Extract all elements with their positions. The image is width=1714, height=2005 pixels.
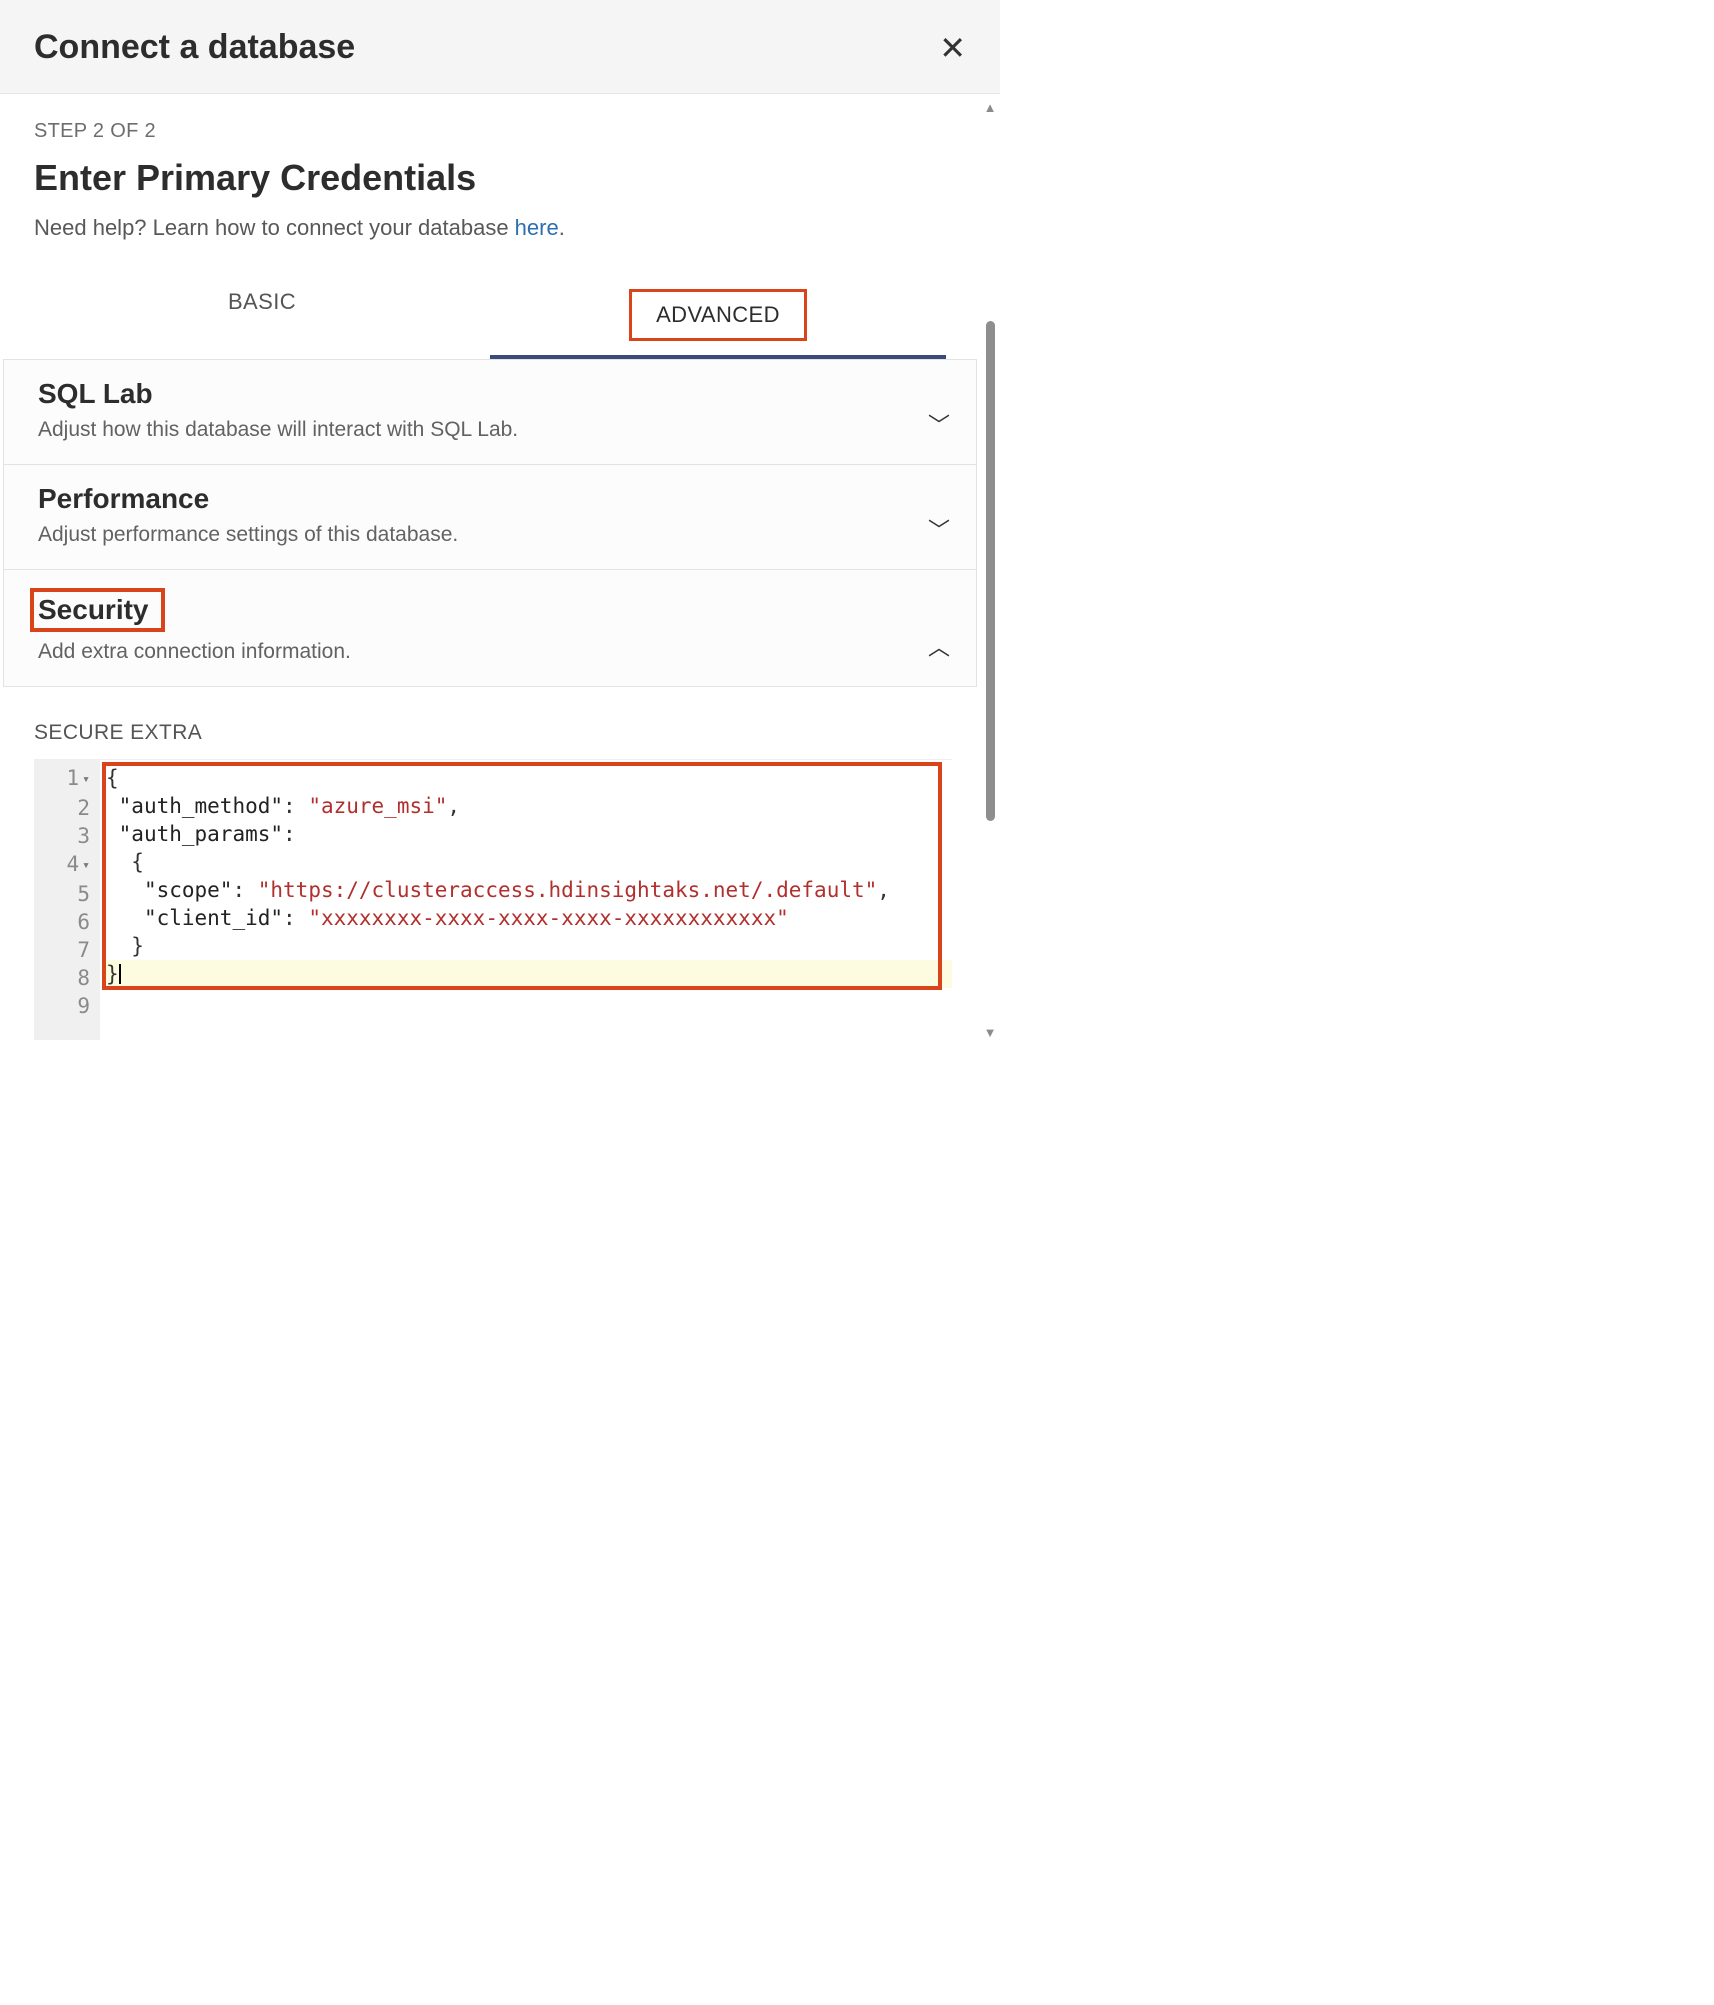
line-number: 6 xyxy=(40,908,94,936)
line-number: 4 xyxy=(40,850,94,880)
step-indicator: STEP 2 OF 2 xyxy=(34,120,946,143)
chevron-down-icon: ﹀ xyxy=(928,408,950,440)
line-number: 3 xyxy=(40,822,94,850)
section-desc: Add extra connection information. xyxy=(38,640,351,664)
scrollbar[interactable]: ▲ ▼ xyxy=(982,100,998,1040)
tab-label: ADVANCED xyxy=(656,302,780,327)
help-text: Need help? Learn how to connect your dat… xyxy=(34,215,946,241)
line-number: 1 xyxy=(40,764,94,794)
brace: } xyxy=(106,962,119,986)
section-desc: Adjust performance settings of this data… xyxy=(38,523,458,547)
json-key: "auth_params" xyxy=(119,822,283,846)
accordion: SQL Lab Adjust how this database will in… xyxy=(3,359,977,687)
section-title: SQL Lab xyxy=(38,378,153,410)
modal-title: Connect a database xyxy=(34,28,355,67)
line-number: 5 xyxy=(40,880,94,908)
modal-connect-database: Connect a database ✕ ▲ ▼ STEP 2 OF 2 Ent… xyxy=(0,0,1000,1040)
code-area[interactable]: { "auth_method": "azure_msi", "auth_para… xyxy=(100,760,952,1040)
brace: { xyxy=(106,766,119,790)
scroll-up-icon[interactable]: ▲ xyxy=(984,100,997,115)
close-icon[interactable]: ✕ xyxy=(939,32,966,64)
json-string: "https://clusteraccess.hdinsightaks.net/… xyxy=(258,878,878,902)
json-string: "azure_msi" xyxy=(308,794,447,818)
secure-extra-panel: SECURE EXTRA 1 2 3 4 5 6 7 8 9 { "auth_m… xyxy=(0,687,980,1040)
tab-label: BASIC xyxy=(228,289,296,314)
modal-body: ▲ ▼ STEP 2 OF 2 Enter Primary Credential… xyxy=(0,94,1000,1040)
json-key: "client_id" xyxy=(144,906,283,930)
section-title: Performance xyxy=(38,483,209,515)
tabs: BASIC ADVANCED xyxy=(34,273,946,359)
scroll-thumb[interactable] xyxy=(986,321,995,821)
line-number: 2 xyxy=(40,794,94,822)
section-desc: Adjust how this database will interact w… xyxy=(38,418,518,442)
scroll-down-icon[interactable]: ▼ xyxy=(984,1025,997,1040)
modal-titlebar: Connect a database ✕ xyxy=(0,0,1000,94)
section-performance[interactable]: Performance Adjust performance settings … xyxy=(3,464,977,570)
line-number: 7 xyxy=(40,936,94,964)
help-prefix: Need help? Learn how to connect your dat… xyxy=(34,215,515,240)
code-editor[interactable]: 1 2 3 4 5 6 7 8 9 { "auth_method": "azur… xyxy=(34,759,952,1040)
json-key: "scope" xyxy=(144,878,233,902)
section-title: Security xyxy=(30,588,165,632)
chevron-up-icon: ︿ xyxy=(928,630,950,662)
json-string: "xxxxxxxx-xxxx-xxxx-xxxx-xxxxxxxxxxxx" xyxy=(308,906,788,930)
secure-extra-label: SECURE EXTRA xyxy=(34,721,952,745)
tab-advanced[interactable]: ADVANCED xyxy=(490,273,946,359)
chevron-down-icon: ﹀ xyxy=(928,513,950,545)
line-number: 9 xyxy=(40,992,94,1020)
line-number: 8 xyxy=(40,964,94,992)
help-link[interactable]: here xyxy=(515,215,559,240)
help-suffix: . xyxy=(559,215,565,240)
line-gutter: 1 2 3 4 5 6 7 8 9 xyxy=(34,760,100,1040)
section-security[interactable]: Security Add extra connection informatio… xyxy=(3,569,977,687)
brace: } xyxy=(131,934,144,958)
section-sql-lab[interactable]: SQL Lab Adjust how this database will in… xyxy=(3,359,977,465)
brace: { xyxy=(131,850,144,874)
page-subheading: Enter Primary Credentials xyxy=(34,157,946,199)
json-key: "auth_method" xyxy=(119,794,283,818)
text-cursor xyxy=(119,964,121,984)
tab-basic[interactable]: BASIC xyxy=(34,273,490,359)
